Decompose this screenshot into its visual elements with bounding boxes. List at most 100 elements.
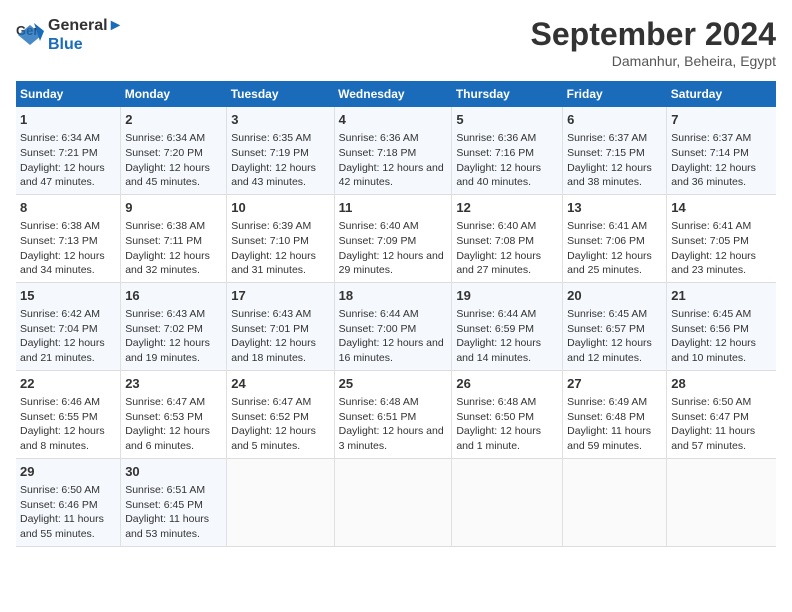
sunrise: Sunrise: 6:36 AM <box>456 132 536 144</box>
sunset: Sunset: 7:08 PM <box>456 235 534 247</box>
sunrise: Sunrise: 6:40 AM <box>456 220 536 232</box>
daylight: Daylight: 12 hours and 5 minutes. <box>231 425 316 452</box>
calendar-cell: 28Sunrise: 6:50 AMSunset: 6:47 PMDayligh… <box>667 370 776 458</box>
sunrise: Sunrise: 6:43 AM <box>231 308 311 320</box>
sunrise: Sunrise: 6:47 AM <box>231 396 311 408</box>
daylight: Daylight: 12 hours and 40 minutes. <box>456 162 541 189</box>
day-number: 15 <box>20 287 116 305</box>
day-number: 24 <box>231 375 329 393</box>
day-number: 20 <box>567 287 662 305</box>
sunrise: Sunrise: 6:40 AM <box>339 220 419 232</box>
sunrise: Sunrise: 6:49 AM <box>567 396 647 408</box>
sunrise: Sunrise: 6:35 AM <box>231 132 311 144</box>
sunrise: Sunrise: 6:41 AM <box>567 220 647 232</box>
daylight: Daylight: 12 hours and 21 minutes. <box>20 337 105 364</box>
sunset: Sunset: 7:20 PM <box>125 147 203 159</box>
day-number: 27 <box>567 375 662 393</box>
sunrise: Sunrise: 6:41 AM <box>671 220 751 232</box>
day-number: 5 <box>456 111 558 129</box>
sunrise: Sunrise: 6:37 AM <box>671 132 751 144</box>
sunset: Sunset: 6:46 PM <box>20 499 98 511</box>
calendar-cell: 29Sunrise: 6:50 AMSunset: 6:46 PMDayligh… <box>16 458 121 546</box>
sunset: Sunset: 7:15 PM <box>567 147 645 159</box>
sunrise: Sunrise: 6:48 AM <box>339 396 419 408</box>
sunset: Sunset: 6:56 PM <box>671 323 749 335</box>
calendar-cell: 5 Sunrise: 6:36 AM Sunset: 7:16 PM Daylight… <box>452 107 563 194</box>
col-header-wednesday: Wednesday <box>334 81 452 107</box>
day-number: 17 <box>231 287 329 305</box>
calendar-cell: 18Sunrise: 6:44 AMSunset: 7:00 PMDayligh… <box>334 282 452 370</box>
calendar-cell: 7Sunrise: 6:37 AMSunset: 7:14 PMDaylight… <box>667 107 776 194</box>
daylight: Daylight: 12 hours and 3 minutes. <box>339 425 444 452</box>
sunrise: Sunrise: 6:39 AM <box>231 220 311 232</box>
daylight: Daylight: 12 hours and 31 minutes. <box>231 250 316 277</box>
day-number: 16 <box>125 287 222 305</box>
calendar-table: SundayMondayTuesdayWednesdayThursdayFrid… <box>16 81 776 547</box>
day-number: 10 <box>231 199 329 217</box>
calendar-cell: 23Sunrise: 6:47 AMSunset: 6:53 PMDayligh… <box>121 370 227 458</box>
daylight: Daylight: 12 hours and 18 minutes. <box>231 337 316 364</box>
day-number: 18 <box>339 287 448 305</box>
sunset: Sunset: 7:05 PM <box>671 235 749 247</box>
sunset: Sunset: 7:10 PM <box>231 235 309 247</box>
daylight: Daylight: 12 hours and 6 minutes. <box>125 425 210 452</box>
col-header-tuesday: Tuesday <box>227 81 334 107</box>
sunrise: Sunrise: 6:50 AM <box>20 484 100 496</box>
calendar-cell: 17 Sunrise: 6:43 AM Sunset: 7:01 PM Dayligh… <box>227 282 334 370</box>
sunset: Sunset: 7:16 PM <box>456 147 534 159</box>
daylight: Daylight: 12 hours and 42 minutes. <box>339 162 444 189</box>
day-number: 28 <box>671 375 772 393</box>
day-number: 22 <box>20 375 116 393</box>
col-header-friday: Friday <box>563 81 667 107</box>
calendar-cell: 4Sunrise: 6:36 AMSunset: 7:18 PMDaylight… <box>334 107 452 194</box>
daylight: Daylight: 12 hours and 12 minutes. <box>567 337 652 364</box>
calendar-cell: 15Sunrise: 6:42 AMSunset: 7:04 PMDayligh… <box>16 282 121 370</box>
sunset: Sunset: 7:19 PM <box>231 147 309 159</box>
sunrise: Sunrise: 6:34 AM <box>125 132 205 144</box>
col-header-thursday: Thursday <box>452 81 563 107</box>
calendar-cell: 14Sunrise: 6:41 AMSunset: 7:05 PMDayligh… <box>667 194 776 282</box>
sunrise: Sunrise: 6:36 AM <box>339 132 419 144</box>
calendar-cell: 16Sunrise: 6:43 AMSunset: 7:02 PMDayligh… <box>121 282 227 370</box>
day-number: 13 <box>567 199 662 217</box>
sunset: Sunset: 7:13 PM <box>20 235 98 247</box>
daylight: Daylight: 12 hours and 45 minutes. <box>125 162 210 189</box>
sunset: Sunset: 6:48 PM <box>567 411 645 423</box>
title-block: September 2024 Damanhur, Beheira, Egypt <box>531 16 776 69</box>
day-number: 9 <box>125 199 222 217</box>
calendar-cell: 9Sunrise: 6:38 AMSunset: 7:11 PMDaylight… <box>121 194 227 282</box>
sunset: Sunset: 6:45 PM <box>125 499 203 511</box>
calendar-cell: 8Sunrise: 6:38 AMSunset: 7:13 PMDaylight… <box>16 194 121 282</box>
col-header-monday: Monday <box>121 81 227 107</box>
sunrise: Sunrise: 6:50 AM <box>671 396 751 408</box>
sunset: Sunset: 6:53 PM <box>125 411 203 423</box>
calendar-cell: 3Sunrise: 6:35 AMSunset: 7:19 PMDaylight… <box>227 107 334 194</box>
sunset: Sunset: 7:00 PM <box>339 323 417 335</box>
sunrise: Sunrise: 6:42 AM <box>20 308 100 320</box>
day-number: 29 <box>20 463 116 481</box>
day-number: 1 <box>20 111 116 129</box>
logo: Gen General► Blue <box>16 16 123 54</box>
sunset: Sunset: 7:01 PM <box>231 323 309 335</box>
calendar-cell: 21Sunrise: 6:45 AMSunset: 6:56 PMDayligh… <box>667 282 776 370</box>
day-number: 19 <box>456 287 558 305</box>
sunrise: Sunrise: 6:45 AM <box>567 308 647 320</box>
sunset: Sunset: 6:59 PM <box>456 323 534 335</box>
calendar-cell: 12Sunrise: 6:40 AMSunset: 7:08 PMDayligh… <box>452 194 563 282</box>
day-number: 26 <box>456 375 558 393</box>
sunrise: Sunrise: 6:38 AM <box>125 220 205 232</box>
sunset: Sunset: 7:21 PM <box>20 147 98 159</box>
day-number: 11 <box>339 199 448 217</box>
sunrise: Sunrise: 6:48 AM <box>456 396 536 408</box>
daylight: Daylight: 12 hours and 36 minutes. <box>671 162 756 189</box>
page-header: Gen General► Blue September 2024 Damanhu… <box>16 16 776 69</box>
sunrise: Sunrise: 6:47 AM <box>125 396 205 408</box>
day-number: 12 <box>456 199 558 217</box>
daylight: Daylight: 11 hours and 53 minutes. <box>125 513 209 540</box>
daylight: Daylight: 12 hours and 38 minutes. <box>567 162 652 189</box>
logo-icon: Gen <box>16 21 44 49</box>
sunrise: Sunrise: 6:37 AM <box>567 132 647 144</box>
day-number: 14 <box>671 199 772 217</box>
calendar-cell: 25Sunrise: 6:48 AMSunset: 6:51 PMDayligh… <box>334 370 452 458</box>
sunset: Sunset: 7:02 PM <box>125 323 203 335</box>
